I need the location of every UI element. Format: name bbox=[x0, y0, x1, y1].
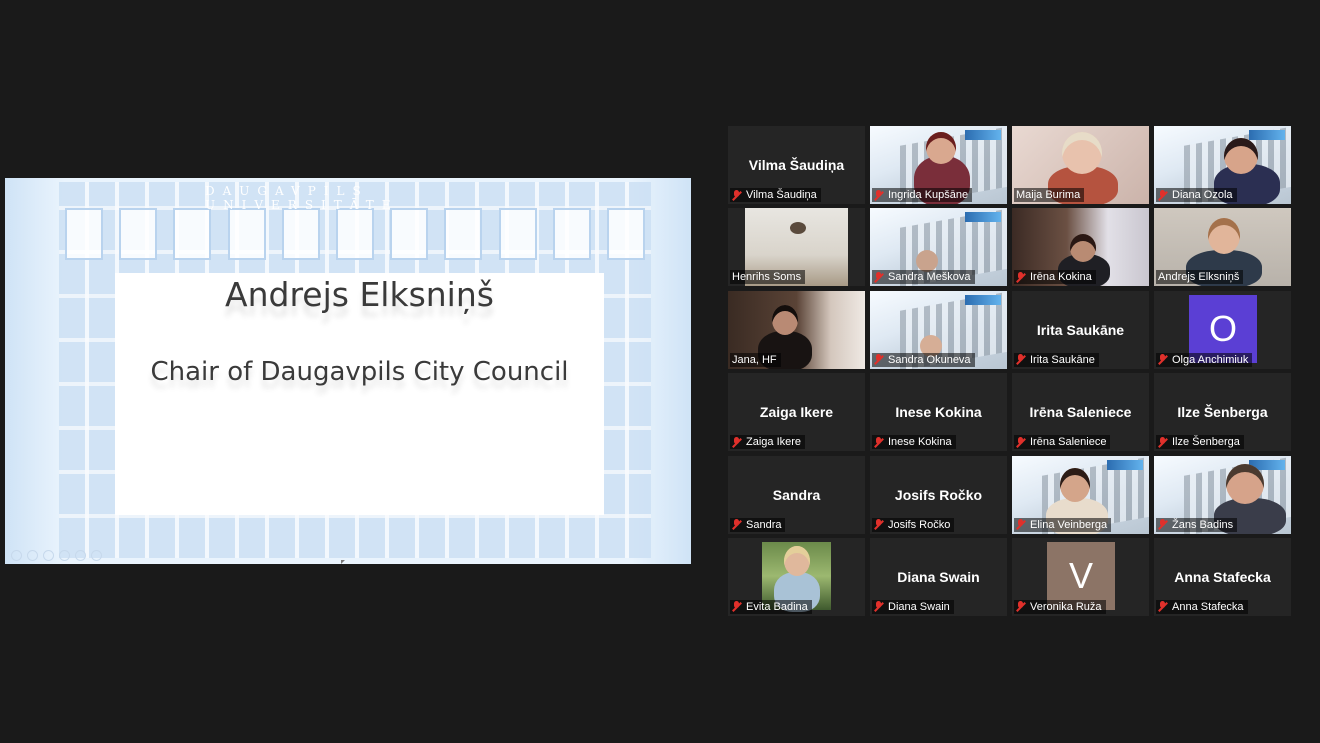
participant-display-name: Zaiga Ikere bbox=[759, 404, 834, 421]
muted-mic-icon bbox=[874, 436, 883, 448]
next-slide-icon[interactable] bbox=[27, 550, 38, 561]
participant-tile[interactable]: Josifs Ročko Josifs Ročko bbox=[870, 455, 1007, 534]
participant-name-label: Sandra Meškova bbox=[872, 270, 975, 285]
participant-tile[interactable]: Andrejs Elksniņš bbox=[1154, 208, 1291, 287]
participant-tile[interactable]: Henrihs Soms bbox=[728, 208, 865, 287]
participant-tile[interactable]: Irita Saukāne Irita Saukāne bbox=[1012, 290, 1149, 369]
participant-tile[interactable]: Irēna Kokina bbox=[1012, 208, 1149, 287]
meeting-window: DAUGAVPILS UNIVERSITĀTE Andrejs Elksniņš… bbox=[0, 0, 1320, 743]
mouse-cursor-icon bbox=[341, 560, 345, 564]
participant-name-label: Anna Stafecka bbox=[1156, 599, 1248, 614]
participant-name-label: Maija Burima bbox=[1014, 188, 1085, 202]
participant-tile[interactable]: Irēna Saleniece Irēna Saleniece bbox=[1012, 373, 1149, 452]
participant-display-name: Diana Swain bbox=[897, 568, 980, 585]
participant-tile[interactable]: Sandra Meškova bbox=[870, 208, 1007, 287]
pen-icon[interactable] bbox=[43, 550, 54, 561]
shared-screen[interactable]: DAUGAVPILS UNIVERSITĀTE Andrejs Elksniņš… bbox=[5, 178, 691, 564]
participant-display-name: Ilze Šenberga bbox=[1177, 404, 1268, 421]
muted-mic-icon bbox=[874, 189, 883, 201]
participant-name-label: Olga Anchimiuk bbox=[1156, 352, 1253, 367]
participant-name-label: Zaiga Ikere bbox=[730, 435, 806, 450]
participant-name-label: Evita Badina bbox=[730, 599, 812, 614]
participant-display-name: Sandra bbox=[772, 486, 821, 503]
participant-name-label: Diana Ozola bbox=[1156, 188, 1237, 202]
participant-name-label: Elina Veinberga bbox=[1014, 517, 1112, 532]
participant-name-label: Diana Swain bbox=[872, 599, 954, 614]
slide-speaker-role: Chair of Daugavpils City Council bbox=[150, 357, 569, 387]
participant-tile[interactable]: Jana, HF bbox=[728, 290, 865, 369]
participant-name-label: Inese Kokina bbox=[872, 435, 956, 450]
participant-display-name: Anna Stafecka bbox=[1174, 568, 1271, 585]
participant-tile[interactable]: Ilze Šenberga Ilze Šenberga bbox=[1154, 373, 1291, 452]
zoom-icon[interactable] bbox=[75, 550, 86, 561]
muted-mic-icon bbox=[874, 601, 883, 612]
muted-mic-icon bbox=[1016, 601, 1025, 612]
participant-gallery: Vilma Šaudiņa Vilma Šaudiņa Ingrida Kupš… bbox=[728, 126, 1291, 616]
slide-speaker-name: Andrejs Elksniņš bbox=[225, 275, 494, 314]
muted-mic-icon bbox=[732, 601, 741, 612]
participant-tile[interactable]: O Olga Anchimiuk bbox=[1154, 290, 1291, 369]
participant-tile-active-speaker[interactable]: Maija Burima bbox=[1012, 126, 1149, 204]
muted-mic-icon bbox=[1158, 189, 1167, 201]
participant-name-label: Irita Saukāne bbox=[1014, 352, 1099, 367]
muted-mic-icon bbox=[1016, 519, 1025, 530]
building-windows bbox=[65, 208, 645, 278]
participant-name-label: Josifs Ročko bbox=[872, 517, 955, 532]
slides-icon[interactable] bbox=[59, 550, 70, 561]
participant-display-name: Vilma Šaudiņa bbox=[748, 157, 845, 173]
participant-name-label: Irēna Kokina bbox=[1014, 270, 1096, 285]
muted-mic-icon bbox=[1016, 436, 1025, 448]
participant-name-label: Andrejs Elksniņš bbox=[1156, 270, 1244, 285]
muted-mic-icon bbox=[732, 189, 741, 201]
muted-mic-icon bbox=[874, 354, 883, 365]
muted-mic-icon bbox=[732, 519, 741, 530]
participant-tile[interactable]: Ingrida Kupšāne bbox=[870, 126, 1007, 204]
participant-tile[interactable]: Sandra Sandra bbox=[728, 455, 865, 534]
participant-tile[interactable]: Diana Ozola bbox=[1154, 126, 1291, 204]
participant-tile[interactable]: Inese Kokina Inese Kokina bbox=[870, 373, 1007, 452]
participant-tile[interactable]: Elina Veinberga bbox=[1012, 455, 1149, 534]
participant-display-name: Irita Saukāne bbox=[1036, 321, 1125, 338]
participant-name-label: Henrihs Soms bbox=[730, 270, 806, 285]
building-caption: DAUGAVPILS UNIVERSITĀTE bbox=[205, 184, 399, 212]
muted-mic-icon bbox=[732, 436, 741, 448]
participant-name-label: Sandra bbox=[730, 517, 786, 532]
muted-mic-icon bbox=[1016, 354, 1025, 365]
participant-display-name: Irēna Saleniece bbox=[1029, 404, 1132, 421]
participant-tile[interactable]: Evita Badina bbox=[728, 537, 865, 616]
participant-name-label: Ilze Šenberga bbox=[1156, 435, 1244, 450]
muted-mic-icon bbox=[1158, 436, 1167, 448]
participant-name-label: Sandra Okuneva bbox=[872, 352, 975, 367]
muted-mic-icon bbox=[1158, 601, 1167, 612]
participant-name-label: Žans Badins bbox=[1156, 517, 1238, 532]
previous-slide-icon[interactable] bbox=[11, 550, 22, 561]
participant-name-label: Jana, HF bbox=[730, 352, 781, 367]
participant-display-name: Josifs Ročko bbox=[894, 486, 983, 503]
participant-tile[interactable]: Sandra Okuneva bbox=[870, 290, 1007, 369]
muted-mic-icon bbox=[874, 519, 883, 530]
muted-mic-icon bbox=[1016, 271, 1025, 283]
muted-mic-icon bbox=[874, 271, 883, 283]
slide-panel: Andrejs Elksniņš Chair of Daugavpils Cit… bbox=[115, 273, 604, 515]
participant-tile[interactable]: V Veronika Ruža bbox=[1012, 537, 1149, 616]
participant-tile[interactable]: Vilma Šaudiņa Vilma Šaudiņa bbox=[728, 126, 865, 204]
participant-tile[interactable]: Žans Badins bbox=[1154, 455, 1291, 534]
slide-navigation-controls[interactable] bbox=[11, 550, 102, 561]
participant-tile[interactable]: Anna Stafecka Anna Stafecka bbox=[1154, 537, 1291, 616]
participant-name-label: Vilma Šaudiņa bbox=[730, 188, 821, 202]
muted-mic-icon bbox=[1158, 519, 1167, 530]
participant-tile[interactable]: Diana Swain Diana Swain bbox=[870, 537, 1007, 616]
more-options-icon[interactable] bbox=[91, 550, 102, 561]
participant-name-label: Ingrida Kupšāne bbox=[872, 188, 973, 202]
participant-name-label: Veronika Ruža bbox=[1014, 599, 1106, 614]
muted-mic-icon bbox=[1158, 354, 1167, 365]
participant-tile[interactable]: Zaiga Ikere Zaiga Ikere bbox=[728, 373, 865, 452]
participant-name-label: Irēna Saleniece bbox=[1014, 435, 1111, 450]
participant-display-name: Inese Kokina bbox=[895, 404, 982, 421]
